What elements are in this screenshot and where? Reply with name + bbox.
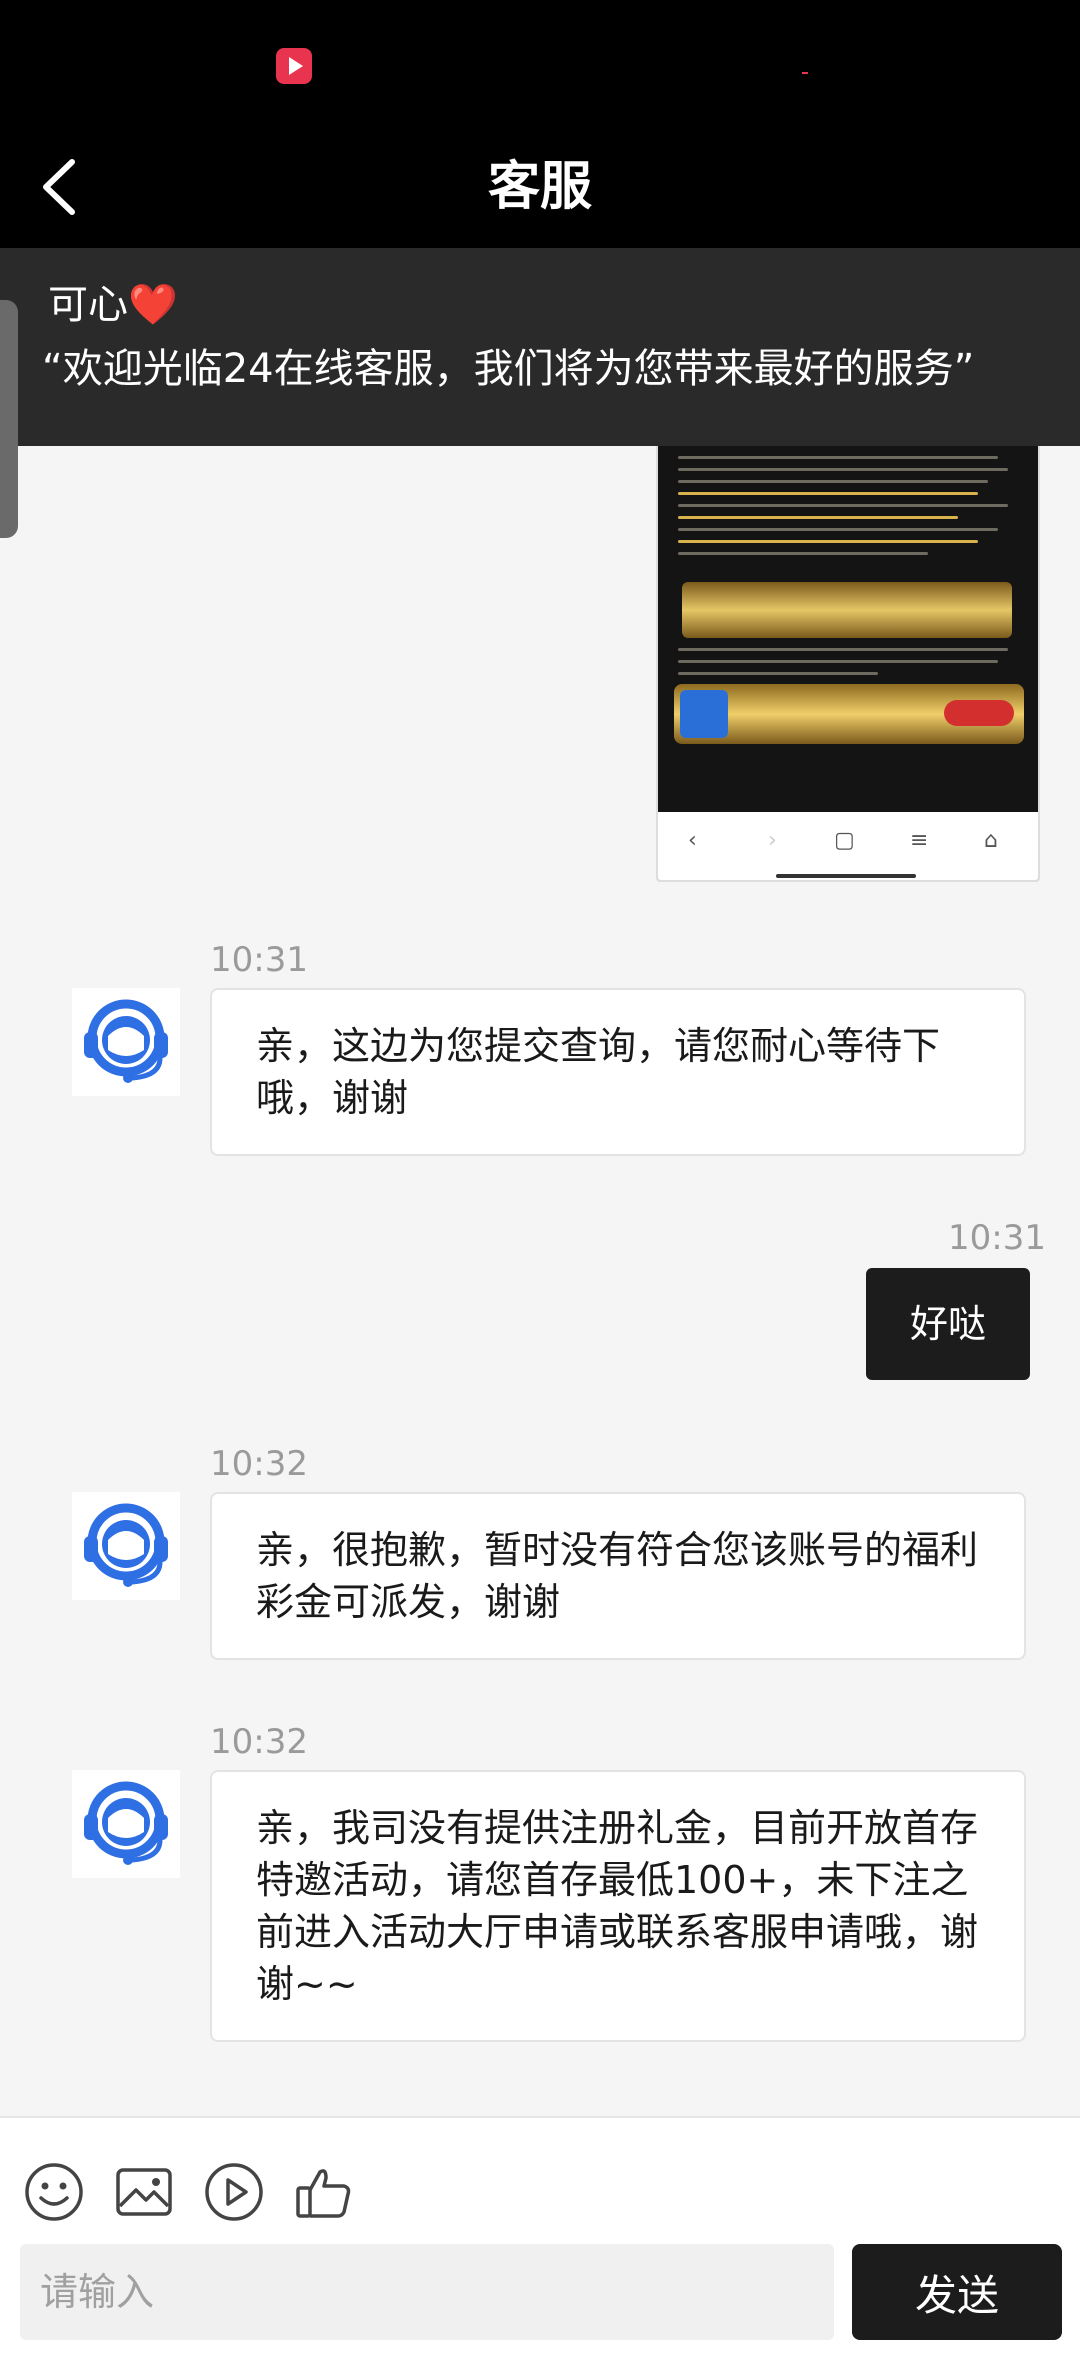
play-icon <box>205 2163 263 2221</box>
agent-avatar <box>72 1492 180 1600</box>
agent-message-bubble: 亲，很抱歉，暂时没有符合您该账号的福利彩金可派发，谢谢 <box>210 1492 1026 1660</box>
announcement-banner: 可心❤️ “欢迎光临24在线客服，我们将为您带来最好的服务” <box>0 248 1080 446</box>
agent-message-bubble: 亲，这边为您提交查询，请您耐心等待下哦，谢谢 <box>210 988 1026 1156</box>
image-phone-navbar: ‹ › ▢ ≡ ⌂ <box>658 812 1038 880</box>
like-button[interactable] <box>292 2160 356 2224</box>
message-time: 10:31 <box>948 1218 1046 1258</box>
image-icon <box>116 2168 172 2216</box>
video-button[interactable] <box>202 2160 266 2224</box>
side-drawer-handle[interactable] <box>0 300 18 538</box>
headset-agent-icon <box>84 999 168 1083</box>
status-indicator-dot <box>802 72 808 74</box>
nav-bar: 客服 <box>0 130 1080 248</box>
agent-avatar <box>72 1770 180 1878</box>
headset-agent-icon <box>84 1781 168 1865</box>
agent-avatar <box>72 988 180 1096</box>
status-bar <box>0 0 1080 130</box>
user-message-bubble: 好哒 <box>866 1268 1031 1380</box>
page-title: 客服 <box>487 157 592 217</box>
agent-message-bubble: 亲，我司没有提供注册礼金，目前开放首存特邀活动，请您首存最低100+，未下注之前… <box>210 1770 1026 2042</box>
image-button[interactable] <box>112 2160 176 2224</box>
message-input[interactable] <box>20 2244 834 2340</box>
message-time: 10:32 <box>210 1722 308 1762</box>
welcome-message: “欢迎光临24在线客服，我们将为您带来最好的服务” <box>42 346 975 392</box>
emoji-button[interactable] <box>22 2160 86 2224</box>
message-time: 10:32 <box>210 1444 308 1484</box>
thumbs-up-icon <box>296 2169 351 2218</box>
smiley-icon <box>25 2163 83 2221</box>
agent-name: 可心❤️ <box>48 282 178 328</box>
message-input-box[interactable] <box>20 2244 834 2340</box>
headset-agent-icon <box>84 1503 168 1587</box>
sent-image-message[interactable]: ‹ › ▢ ≡ ⌂ <box>656 420 1040 882</box>
composer-panel: 发送 <box>0 2116 1080 2378</box>
message-time: 10:31 <box>210 940 308 980</box>
send-button[interactable]: 发送 <box>852 2244 1062 2340</box>
video-app-icon <box>276 48 312 84</box>
